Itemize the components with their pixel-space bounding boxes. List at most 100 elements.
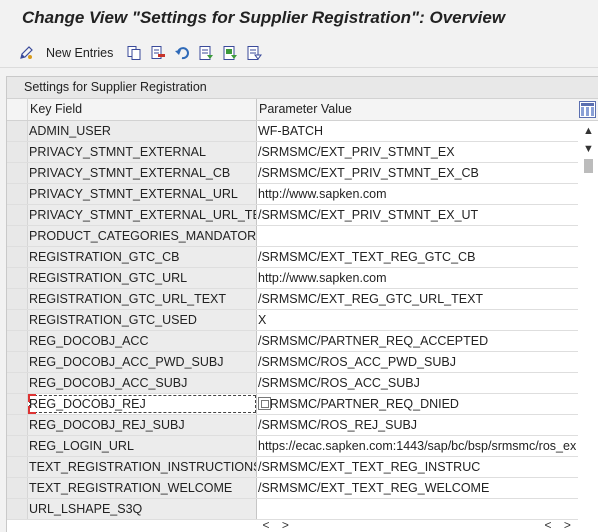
table-row[interactable]: REG_DOCOBJ_ACC_SUBJ/SRMSMC/ROS_ACC_SUBJ bbox=[7, 373, 578, 394]
parameter-value-input[interactable]: /SRMSMC/EXT_REG_GTC_URL_TEXT bbox=[257, 289, 578, 309]
parameter-value-input[interactable]: /SRMSMC/ROS_ACC_PWD_SUBJ bbox=[257, 352, 578, 372]
table-row[interactable]: REG_DOCOBJ_ACC/SRMSMC/PARTNER_REQ_ACCEPT… bbox=[7, 331, 578, 352]
table-row[interactable]: PRODUCT_CATEGORIES_MANDATORY bbox=[7, 226, 578, 247]
parameter-value-input[interactable]: https://ecac.sapken.com:1443/sap/bc/bsp/… bbox=[257, 436, 578, 456]
row-selector[interactable] bbox=[7, 184, 28, 204]
row-selector[interactable] bbox=[7, 373, 28, 393]
table-row[interactable]: PRIVACY_STMNT_EXTERNAL/SRMSMC/EXT_PRIV_S… bbox=[7, 142, 578, 163]
parameter-value-input[interactable]: /SRMSMC/EXT_TEXT_REG_WELCOME bbox=[257, 478, 578, 498]
key-field-cell[interactable]: REGISTRATION_GTC_URL_TEXT bbox=[28, 289, 257, 309]
parameter-value-input[interactable] bbox=[257, 499, 578, 519]
row-selector[interactable] bbox=[7, 352, 28, 372]
table-row[interactable]: URL_LSHAPE_S3Q bbox=[7, 499, 578, 520]
scroll-left-icon[interactable]: < bbox=[540, 518, 556, 532]
table-row[interactable]: TEXT_REGISTRATION_INSTRUCTIONS/SRMSMC/EX… bbox=[7, 457, 578, 478]
table-row[interactable]: REGISTRATION_GTC_URL_TEXT/SRMSMC/EXT_REG… bbox=[7, 289, 578, 310]
table-row[interactable]: REG_DOCOBJ_REJ_SUBJ/SRMSMC/ROS_REJ_SUBJ bbox=[7, 415, 578, 436]
scroll-up-icon[interactable]: ▲ bbox=[580, 123, 597, 140]
row-selector[interactable] bbox=[7, 247, 28, 267]
scroll-right-icon[interactable]: > bbox=[277, 518, 293, 532]
row-selector[interactable] bbox=[7, 331, 28, 351]
table-row[interactable]: REGISTRATION_GTC_CB/SRMSMC/EXT_TEXT_REG_… bbox=[7, 247, 578, 268]
vertical-scrollbar[interactable]: ▲ ▼ bbox=[580, 121, 597, 532]
table-row[interactable]: REGISTRATION_GTC_USED X bbox=[7, 310, 578, 331]
key-field-cell[interactable]: REG_DOCOBJ_REJ bbox=[28, 394, 257, 414]
parameter-value-input[interactable] bbox=[257, 226, 578, 246]
row-selector[interactable] bbox=[7, 142, 28, 162]
undo-button[interactable] bbox=[174, 42, 190, 64]
parameter-value-input[interactable]: /SRMSMC/PARTNER_REQ_DNIED bbox=[257, 394, 578, 414]
select-block-button[interactable] bbox=[222, 42, 238, 64]
key-field-cell[interactable]: PRIVACY_STMNT_EXTERNAL_CB bbox=[28, 163, 257, 183]
delete-button[interactable] bbox=[150, 42, 166, 64]
row-selector[interactable] bbox=[7, 289, 28, 309]
table-row[interactable]: REG_DOCOBJ_REJ/SRMSMC/PARTNER_REQ_DNIED bbox=[7, 394, 578, 415]
column-header-key-field[interactable]: Key Field bbox=[28, 99, 257, 120]
key-field-cell[interactable]: REG_DOCOBJ_ACC bbox=[28, 331, 257, 351]
table-control: Settings for Supplier Registration Key F… bbox=[6, 76, 598, 532]
copy-button[interactable] bbox=[126, 42, 142, 64]
key-field-cell[interactable]: PRIVACY_STMNT_EXTERNAL bbox=[28, 142, 257, 162]
value-column-horizontal-scroll[interactable]: < > bbox=[540, 518, 575, 532]
row-selector[interactable] bbox=[7, 499, 28, 519]
key-field-cell[interactable]: TEXT_REGISTRATION_INSTRUCTIONS bbox=[28, 457, 257, 477]
scroll-thumb[interactable] bbox=[584, 159, 593, 173]
row-selector[interactable] bbox=[7, 226, 28, 246]
key-field-cell[interactable]: REG_LOGIN_URL bbox=[28, 436, 257, 456]
key-field-cell[interactable]: URL_LSHAPE_S3Q bbox=[28, 499, 257, 519]
row-selector[interactable] bbox=[7, 394, 28, 414]
key-field-cell[interactable]: REGISTRATION_GTC_URL bbox=[28, 268, 257, 288]
table-row[interactable]: REG_DOCOBJ_ACC_PWD_SUBJ/SRMSMC/ROS_ACC_P… bbox=[7, 352, 578, 373]
parameter-value-input[interactable]: WF-BATCH bbox=[257, 121, 578, 141]
table-row[interactable]: TEXT_REGISTRATION_WELCOME/SRMSMC/EXT_TEX… bbox=[7, 478, 578, 499]
row-selector[interactable] bbox=[7, 310, 28, 330]
key-field-cell[interactable]: PRODUCT_CATEGORIES_MANDATORY bbox=[28, 226, 257, 246]
parameter-value-input[interactable]: /SRMSMC/ROS_ACC_SUBJ bbox=[257, 373, 578, 393]
scroll-right-icon[interactable]: > bbox=[559, 518, 575, 532]
row-selector[interactable] bbox=[7, 478, 28, 498]
key-field-cell[interactable]: PRIVACY_STMNT_EXTERNAL_URL_TEXT bbox=[28, 205, 257, 225]
row-selector[interactable] bbox=[7, 121, 28, 141]
key-field-cell[interactable]: PRIVACY_STMNT_EXTERNAL_URL bbox=[28, 184, 257, 204]
key-field-cell[interactable]: ADMIN_USER bbox=[28, 121, 257, 141]
table-settings-icon[interactable] bbox=[579, 101, 596, 118]
table-row[interactable]: REG_LOGIN_URL https://ecac.sapken.com:144… bbox=[7, 436, 578, 457]
scroll-down-icon[interactable]: ▼ bbox=[580, 141, 597, 158]
parameter-value-input[interactable]: /SRMSMC/EXT_TEXT_REG_GTC_CB bbox=[257, 247, 578, 267]
select-all-button[interactable] bbox=[198, 42, 214, 64]
row-selector[interactable] bbox=[7, 205, 28, 225]
column-header-parameter-value[interactable]: Parameter Value bbox=[257, 99, 577, 120]
parameter-value-input[interactable]: /SRMSMC/EXT_TEXT_REG_INSTRUC bbox=[257, 457, 578, 477]
table-row[interactable]: PRIVACY_STMNT_EXTERNAL_CB/SRMSMC/EXT_PRI… bbox=[7, 163, 578, 184]
parameter-value-input[interactable]: http://www.sapken.com bbox=[257, 184, 578, 204]
table-row[interactable]: PRIVACY_STMNT_EXTERNAL_URL_TEXT/SRMSMC/E… bbox=[7, 205, 578, 226]
table-row[interactable]: PRIVACY_STMNT_EXTERNAL_URL http://www.sap… bbox=[7, 184, 578, 205]
row-selector[interactable] bbox=[7, 436, 28, 456]
parameter-value-input[interactable]: http://www.sapken.com bbox=[257, 268, 578, 288]
deselect-all-button[interactable] bbox=[246, 42, 262, 64]
key-field-cell[interactable]: REGISTRATION_GTC_USED bbox=[28, 310, 257, 330]
table-row[interactable]: REGISTRATION_GTC_URL http://www.sapken.co… bbox=[7, 268, 578, 289]
new-entries-button[interactable]: New Entries bbox=[46, 42, 113, 64]
parameter-value-input[interactable]: /SRMSMC/EXT_PRIV_STMNT_EX_UT bbox=[257, 205, 578, 225]
key-field-cell[interactable]: REG_DOCOBJ_REJ_SUBJ bbox=[28, 415, 257, 435]
row-selector[interactable] bbox=[7, 415, 28, 435]
parameter-value-input[interactable]: X bbox=[257, 310, 578, 330]
row-selector[interactable] bbox=[7, 268, 28, 288]
parameter-value-input[interactable]: /SRMSMC/ROS_REJ_SUBJ bbox=[257, 415, 578, 435]
parameter-value-input[interactable]: /SRMSMC/EXT_PRIV_STMNT_EX_CB bbox=[257, 163, 578, 183]
parameter-value-input[interactable]: /SRMSMC/EXT_PRIV_STMNT_EX bbox=[257, 142, 578, 162]
key-field-cell[interactable]: REGISTRATION_GTC_CB bbox=[28, 247, 257, 267]
key-field-cell[interactable]: TEXT_REGISTRATION_WELCOME bbox=[28, 478, 257, 498]
key-field-cell[interactable]: REG_DOCOBJ_ACC_SUBJ bbox=[28, 373, 257, 393]
table-row[interactable]: ADMIN_USER WF-BATCH bbox=[7, 121, 578, 142]
edit-toggle-button[interactable] bbox=[18, 42, 34, 64]
scroll-left-icon[interactable]: < bbox=[258, 518, 274, 532]
parameter-value-input[interactable]: /SRMSMC/PARTNER_REQ_ACCEPTED bbox=[257, 331, 578, 351]
key-field-cell[interactable]: REG_DOCOBJ_ACC_PWD_SUBJ bbox=[28, 352, 257, 372]
key-column-horizontal-scroll[interactable]: < > bbox=[258, 518, 293, 532]
row-selector[interactable] bbox=[7, 163, 28, 183]
row-selector[interactable] bbox=[7, 457, 28, 477]
value-help-icon[interactable] bbox=[258, 397, 271, 410]
select-all-rows-cell[interactable] bbox=[7, 99, 28, 120]
